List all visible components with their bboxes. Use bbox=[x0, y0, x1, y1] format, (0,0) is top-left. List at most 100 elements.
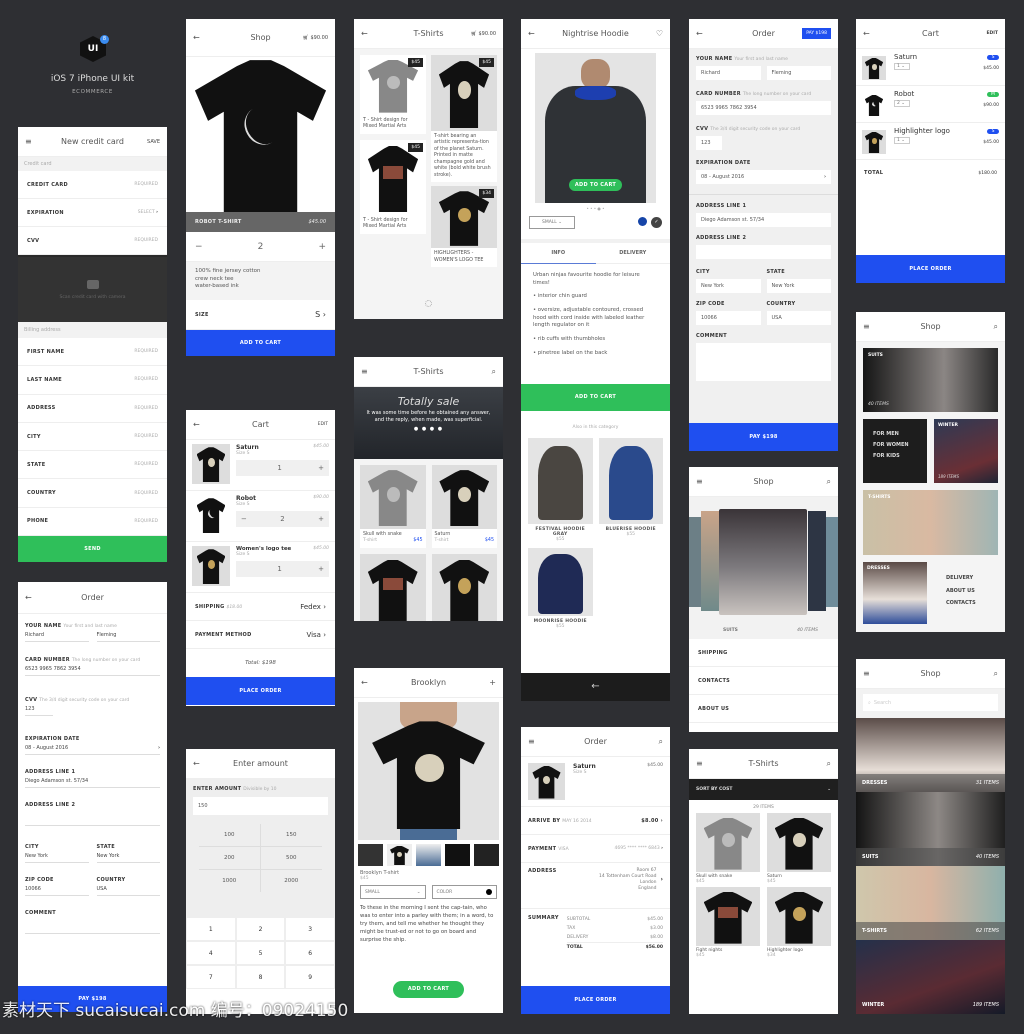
preset-button[interactable]: 100 bbox=[199, 824, 261, 847]
zip-input[interactable]: 10066 bbox=[696, 311, 761, 325]
menu-icon[interactable]: ≡ bbox=[863, 669, 870, 678]
shipping-link[interactable]: SHIPPING bbox=[689, 639, 838, 667]
product-card[interactable]: $34 HIGHLIGHTERS - WOMEN'S LOGO TEE bbox=[431, 186, 497, 268]
pay-top-button[interactable]: PAY $198 bbox=[802, 28, 831, 39]
expiration-date-select[interactable]: 08 - August 2016 › bbox=[25, 742, 160, 755]
product-card[interactable]: Skull with snake $45 bbox=[696, 813, 760, 884]
delivery-link[interactable]: DELIVERY bbox=[946, 572, 976, 585]
menu-icon[interactable]: ≡ bbox=[696, 759, 703, 768]
expiration-select[interactable]: EXPIRATION SELECT › bbox=[18, 199, 167, 227]
pay-button[interactable]: PAY $198 bbox=[689, 423, 838, 451]
related-product[interactable]: BLUERISE HOODIE $55 bbox=[598, 438, 663, 542]
cvv-input[interactable]: 123 bbox=[696, 136, 722, 150]
category-tile-winter[interactable]: WINTER 189 ITEMS bbox=[934, 419, 998, 483]
search-icon[interactable]: ⌕ bbox=[994, 669, 998, 679]
place-order-button[interactable]: PLACE ORDER bbox=[521, 986, 670, 1014]
heart-icon[interactable]: ♡ bbox=[656, 29, 663, 38]
country-input[interactable]: USA bbox=[766, 311, 831, 325]
size-select[interactable]: SMALL ⌄ bbox=[360, 885, 426, 899]
place-order-button[interactable]: PLACE ORDER bbox=[856, 255, 1005, 283]
expiration-date-select[interactable]: 08 - August 2016 › bbox=[696, 170, 831, 184]
comment-input[interactable] bbox=[696, 343, 831, 381]
category-row-suits[interactable]: SUITS 40 ITEMS bbox=[856, 792, 1005, 866]
menu-icon[interactable]: ≡ bbox=[696, 477, 703, 486]
quantity-stepper[interactable]: −2 + bbox=[236, 511, 329, 527]
thumbnail[interactable] bbox=[416, 844, 441, 866]
preset-button[interactable]: 500 bbox=[260, 847, 322, 870]
tab-delivery[interactable]: DELIVERY bbox=[595, 243, 670, 264]
city-input[interactable]: New York bbox=[696, 279, 761, 293]
contacts-link[interactable]: CONTACTS bbox=[689, 667, 838, 695]
product-card[interactable]: $45 T-shirt bearing an artistic represent… bbox=[431, 55, 497, 183]
size-select[interactable]: SMALL ⌄ bbox=[529, 216, 575, 229]
back-arrow-icon[interactable]: ← bbox=[193, 759, 200, 768]
category-tile-tshirts[interactable]: T-SHIRTS bbox=[863, 490, 998, 555]
color-swatch-blue[interactable] bbox=[638, 217, 647, 226]
scan-card-button[interactable]: Scan credit card with camera bbox=[18, 255, 167, 322]
address-line-2-input[interactable] bbox=[696, 245, 831, 259]
back-arrow-icon[interactable]: ← bbox=[25, 593, 32, 602]
address-line-1-input[interactable]: Diego Adamson st. 57/34 bbox=[25, 775, 160, 788]
category-row-dresses[interactable]: DRESSES 31 ITEMS bbox=[856, 718, 1005, 792]
address-field[interactable]: ADDRESS REQUIRED bbox=[18, 395, 167, 423]
phone-field[interactable]: PHONE REQUIRED bbox=[18, 508, 167, 537]
first-name-field[interactable]: FIRST NAME REQUIRED bbox=[18, 338, 167, 367]
thumbnail[interactable] bbox=[387, 844, 412, 866]
for-men-link[interactable]: FOR MEN bbox=[873, 429, 917, 440]
address-row[interactable]: ADDRESS Room 67 14 Tottenham Court Road Lon… bbox=[521, 863, 670, 909]
menu-icon[interactable]: ≡ bbox=[863, 322, 870, 331]
related-product[interactable]: FESTIVAL HOODIE GRAY $55 bbox=[528, 438, 593, 542]
contacts-link[interactable]: CONTACTS bbox=[946, 597, 976, 610]
back-arrow-icon[interactable]: ← bbox=[193, 420, 200, 429]
city-input[interactable]: New York bbox=[25, 850, 89, 863]
product-card[interactable]: $45 T - Shirt design for Mixed Martial Ar… bbox=[360, 139, 426, 234]
category-row-tshirts[interactable]: T-SHIRTS 62 ITEMS bbox=[856, 866, 1005, 940]
key-5[interactable]: 5 bbox=[235, 941, 286, 965]
key-4[interactable]: 4 bbox=[186, 941, 236, 965]
quantity-stepper[interactable]: 1 + bbox=[236, 561, 329, 577]
about-us-link[interactable]: ABOUT US bbox=[946, 585, 976, 598]
credit-card-field[interactable]: CREDIT CARD REQUIRED bbox=[18, 171, 167, 199]
key-8[interactable]: 8 bbox=[235, 965, 286, 989]
back-arrow-icon[interactable]: ← bbox=[361, 29, 368, 38]
back-arrow-icon[interactable]: ← bbox=[528, 29, 535, 38]
card-number-input[interactable]: 6523 9965 7862 3954 bbox=[696, 101, 831, 115]
send-button[interactable]: SEND bbox=[18, 536, 167, 562]
city-field[interactable]: CITY REQUIRED bbox=[18, 423, 167, 452]
search-icon[interactable]: ⌕ bbox=[827, 477, 831, 487]
product-card[interactable]: Saturn T-shirt $45 bbox=[431, 465, 497, 548]
tab-info[interactable]: INFO bbox=[521, 243, 596, 264]
add-to-cart-button[interactable]: ADD TO CART bbox=[186, 330, 335, 356]
address-line-2-input[interactable] bbox=[25, 808, 160, 826]
last-name-field[interactable]: LAST NAME REQUIRED bbox=[18, 366, 167, 395]
add-to-cart-overlay-button[interactable]: ADD TO CART bbox=[568, 179, 623, 191]
back-arrow-icon[interactable]: ← bbox=[863, 29, 870, 38]
payment-row[interactable]: PAYMENT VISA 4695 **** **** 6843 › bbox=[521, 835, 670, 863]
place-order-button[interactable]: PLACE ORDER bbox=[186, 677, 335, 705]
quantity-stepper[interactable]: 1 + bbox=[236, 460, 329, 476]
key-3[interactable]: 3 bbox=[285, 917, 335, 941]
product-card[interactable]: Skull with snake T-shirt $45 bbox=[360, 465, 426, 548]
thumbnail[interactable] bbox=[445, 844, 470, 866]
state-field[interactable]: STATE REQUIRED bbox=[18, 451, 167, 480]
search-icon[interactable]: ⌕ bbox=[492, 367, 496, 377]
country-input[interactable]: USA bbox=[96, 883, 160, 896]
cart-button[interactable]: 🛒︎ $90.00 bbox=[303, 35, 328, 41]
country-field[interactable]: COUNTRY REQUIRED bbox=[18, 479, 167, 508]
size-select[interactable]: SIZE S › bbox=[186, 300, 335, 330]
back-arrow-icon[interactable]: ← bbox=[696, 29, 703, 38]
for-kids-link[interactable]: FOR KIDS bbox=[873, 451, 917, 462]
cvv-input[interactable]: 123 bbox=[25, 703, 53, 716]
quantity-select[interactable]: 2 ⌄ bbox=[894, 100, 910, 107]
key-7[interactable]: 7 bbox=[186, 965, 236, 989]
product-card[interactable]: $45 T - Shirt design for Mixed Martial Ar… bbox=[360, 55, 426, 134]
back-arrow-icon[interactable]: ← bbox=[193, 33, 200, 42]
arrive-by-row[interactable]: ARRIVE BY MAY 16 2014 $8.00 › bbox=[521, 807, 670, 835]
related-product[interactable]: MOONRISE HOODIE $55 bbox=[528, 548, 593, 629]
payment-method-select[interactable]: PAYMENT METHOD Visa › bbox=[186, 621, 335, 649]
cart-button[interactable]: 🛒︎ $90.00 bbox=[471, 31, 496, 37]
product-card[interactable]: Saturn $45 bbox=[767, 813, 831, 884]
category-tile-dresses[interactable]: DRESSES bbox=[863, 562, 927, 624]
search-icon[interactable]: ⌕ bbox=[827, 759, 831, 769]
about-us-link[interactable]: ABOUT US bbox=[689, 695, 838, 723]
